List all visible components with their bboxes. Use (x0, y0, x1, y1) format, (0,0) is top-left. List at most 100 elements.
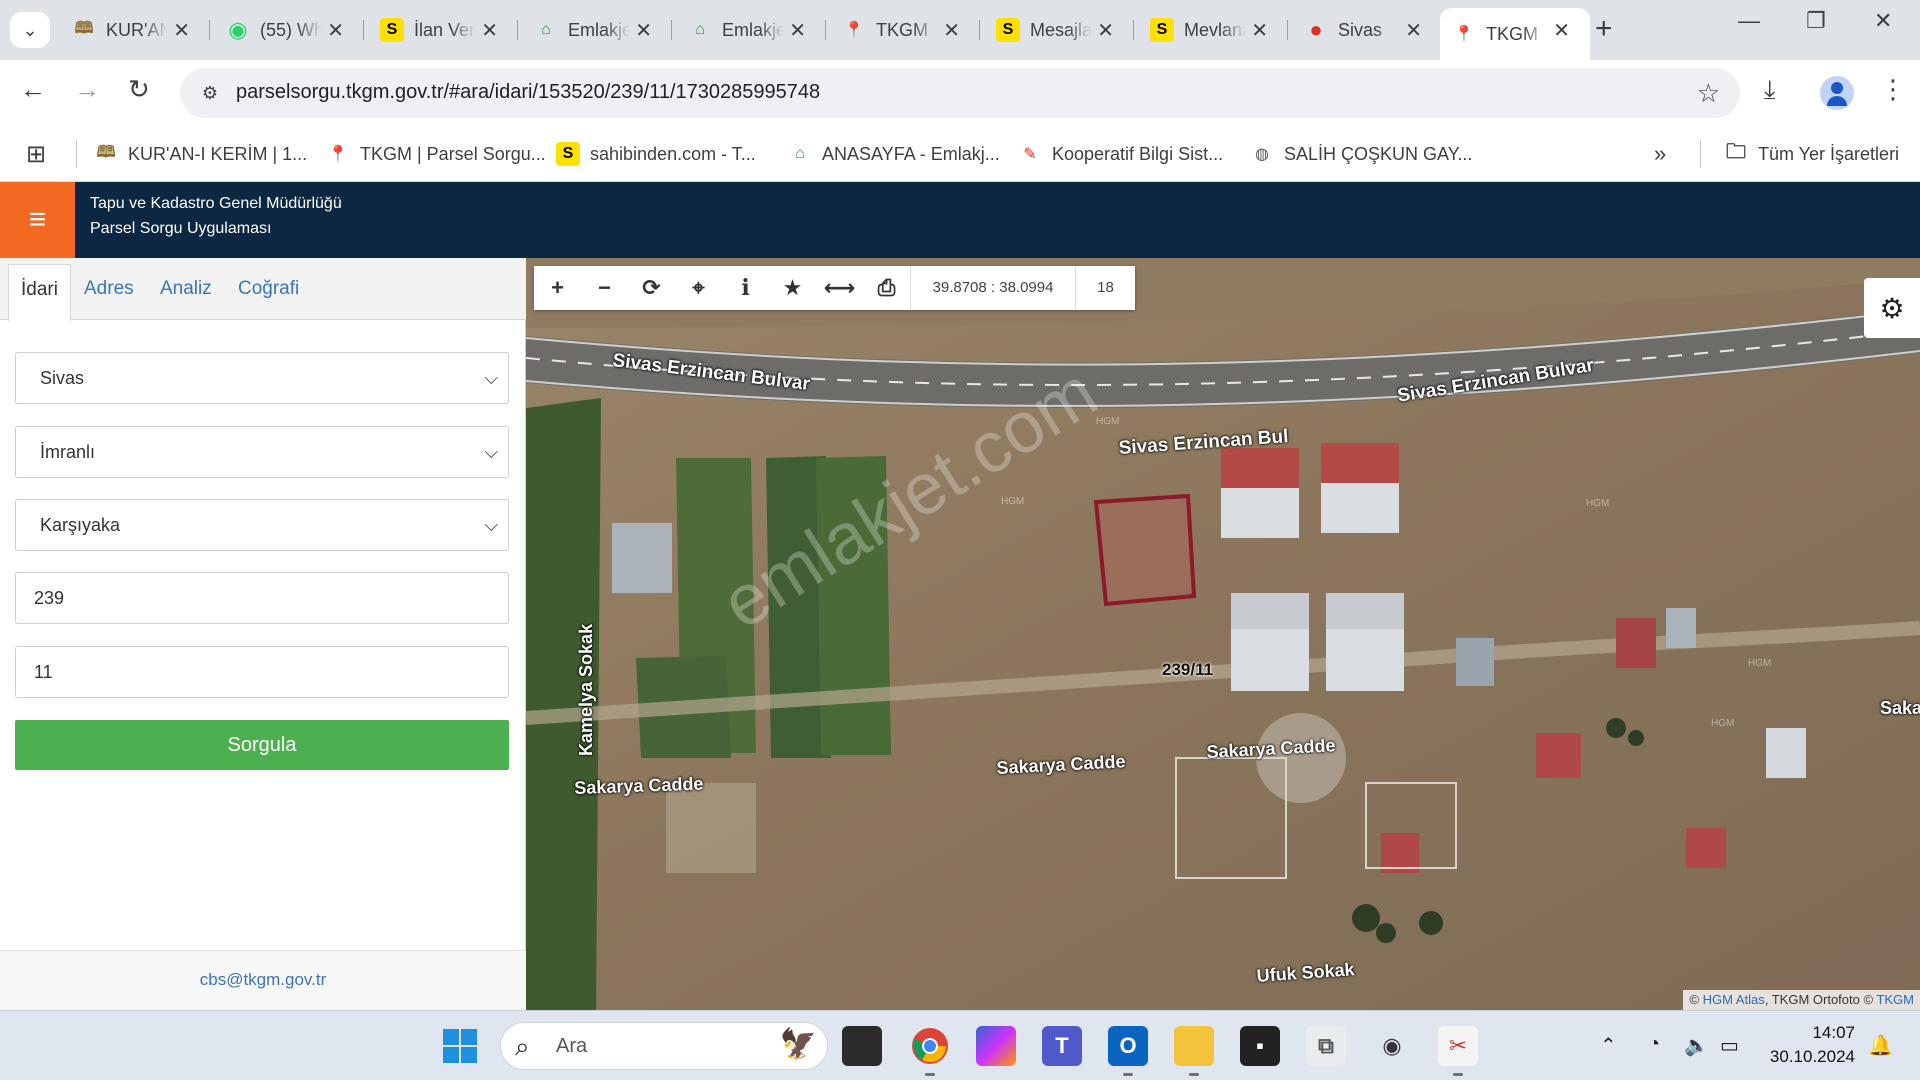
close-tab-icon[interactable]: ✕ (1097, 18, 1114, 43)
teams-icon[interactable]: T (1042, 1026, 1082, 1066)
browser-tab[interactable]: S Mevlana ✕ (1138, 10, 1288, 50)
browser-tab[interactable]: S İlan Ver ✕ (368, 10, 518, 50)
task-view-icon[interactable] (842, 1026, 882, 1066)
print-icon[interactable]: ⎙ (863, 266, 910, 310)
close-tab-icon[interactable]: ✕ (1553, 18, 1570, 43)
file-explorer-icon[interactable] (1174, 1026, 1214, 1076)
volume-icon[interactable]: 🔈 (1684, 1033, 1709, 1058)
province-select[interactable]: Sivas ⌵ (15, 352, 509, 404)
close-tab-icon[interactable]: ✕ (635, 18, 652, 43)
road-label: Sakarya Cadde (574, 773, 704, 798)
refresh-icon[interactable]: ⟳ (628, 266, 675, 310)
browser-tab[interactable]: 📍 TKGM ✕ (830, 10, 980, 50)
download-icon[interactable]: ⤓ (1764, 74, 1776, 106)
reload-icon[interactable]: ↻ (128, 74, 150, 105)
block-input[interactable]: 239 (15, 572, 509, 624)
running-indicator (1453, 1073, 1463, 1076)
sahibinden-icon: S (996, 18, 1020, 42)
more-menu-icon[interactable]: ⋮ (1880, 74, 1906, 105)
tab-analiz[interactable]: Analiz (148, 258, 224, 320)
parcel-input[interactable]: 11 (15, 646, 509, 698)
measure-distance-icon[interactable]: ⟷ (816, 266, 863, 310)
search-highlight-icon: 🦅 (779, 1028, 817, 1061)
profile-avatar-icon[interactable] (1820, 76, 1854, 110)
neighborhood-select[interactable]: Karşıyaka ⌵ (15, 499, 509, 551)
eye-app-icon[interactable]: ◉ (1372, 1026, 1412, 1066)
record-icon: ● (1309, 17, 1323, 42)
all-bookmarks-folder[interactable]: 🗀 Tüm Yer İşaretleri (1724, 140, 1899, 168)
browser-tab[interactable]: 🕮 KUR'AN-I KERİM ✕ (60, 10, 210, 50)
more-bookmarks-icon[interactable]: » (1654, 140, 1666, 168)
snipping-tool-icon[interactable]: ✂ (1438, 1026, 1478, 1076)
close-window-icon[interactable]: ✕ (1874, 8, 1892, 34)
favorite-star-icon[interactable]: ★ (769, 266, 816, 310)
tkgm-link[interactable]: TKGM (1876, 992, 1914, 1007)
back-icon[interactable]: ← (20, 74, 46, 105)
hgm-atlas-link[interactable]: HGM Atlas (1703, 992, 1765, 1007)
site-info-icon[interactable]: ⚙ (196, 79, 224, 107)
taskbar-time[interactable]: 14:07 (1765, 1023, 1855, 1043)
browser-tab-active[interactable]: 📍 TKGM ✕ (1440, 8, 1590, 60)
notification-bell-icon[interactable]: 🔔 (1868, 1033, 1893, 1058)
browser-tab[interactable]: ⌂ Emlakjet ✕ (676, 10, 826, 50)
menu-icon[interactable]: ≡ (0, 182, 75, 258)
bookmark-star-icon[interactable]: ☆ (1697, 78, 1720, 109)
browser-tab[interactable]: S Mesajlar ✕ (984, 10, 1134, 50)
district-select[interactable]: İmranlı ⌵ (15, 426, 509, 478)
close-tab-icon[interactable]: ✕ (1251, 18, 1268, 43)
minimize-icon[interactable]: — (1738, 8, 1760, 34)
address-bar[interactable]: ⚙ parselsorgu.tkgm.gov.tr/#ara/idari/153… (180, 68, 1740, 118)
running-indicator (1189, 1073, 1199, 1076)
taskbar-date[interactable]: 30.10.2024 (1765, 1047, 1855, 1067)
windows-start-icon[interactable] (440, 1026, 480, 1066)
outlook-icon[interactable]: O (1108, 1026, 1148, 1076)
tab-idari[interactable]: İdari (8, 264, 71, 321)
copilot-icon[interactable] (976, 1026, 1016, 1066)
taskbar-search[interactable]: ⌕ Ara 🦅 (500, 1022, 828, 1070)
close-tab-icon[interactable]: ✕ (943, 18, 960, 43)
browser-tab[interactable]: ● Sivas ✕ (1292, 10, 1442, 50)
wifi-icon[interactable]: ◔ (1648, 1033, 1660, 1056)
browser-tab[interactable]: ⌂ Emlakjet ✕ (522, 10, 672, 50)
new-tab-icon[interactable]: + (1595, 12, 1613, 46)
bookmark-item[interactable]: 🕮 KUR'AN-I KERİM | 1... (94, 140, 308, 168)
apps-grid-icon[interactable]: ⊞ (26, 140, 46, 168)
tray-overflow-chevron-icon[interactable]: ⌃ (1600, 1033, 1617, 1058)
restore-icon[interactable]: ❐ (1806, 8, 1826, 34)
chrome-icon[interactable] (910, 1026, 950, 1076)
close-tab-icon[interactable]: ✕ (327, 18, 344, 43)
tab-cografi[interactable]: Coğrafi (226, 258, 311, 320)
network-app-icon[interactable]: ⧉ (1306, 1026, 1346, 1066)
zoom-in-icon[interactable]: + (534, 266, 581, 310)
bookmark-item[interactable]: S sahibinden.com - T... (556, 140, 756, 168)
battery-icon[interactable]: ▭ (1720, 1033, 1739, 1058)
zoom-out-icon[interactable]: − (581, 266, 628, 310)
info-icon[interactable]: i (722, 266, 769, 310)
email-text[interactable]: cbs@tkgm.gov.tr (200, 970, 327, 989)
bookmark-item[interactable]: ✎ Kooperatif Bilgi Sist... (1018, 140, 1223, 168)
close-tab-icon[interactable]: ✕ (1405, 18, 1422, 43)
contact-email-link[interactable]: cbs@tkgm.gov.tr (0, 950, 526, 1010)
close-tab-icon[interactable]: ✕ (481, 18, 498, 43)
locate-crosshair-icon[interactable]: ⌖ (675, 266, 722, 310)
bookmark-item[interactable]: ◍ SALİH ÇOŞKUN GAY... (1250, 140, 1472, 168)
tab-adres[interactable]: Adres (72, 258, 146, 320)
district-value: İmranlı (40, 442, 96, 462)
tab-search-button[interactable]: ⌄ (10, 12, 50, 48)
browser-tab[interactable]: ◉ (55) WhatsApp ✕ (214, 10, 364, 50)
forward-icon[interactable]: → (74, 74, 100, 105)
settings-gear-icon[interactable]: ⚙ (1864, 278, 1920, 338)
media-app-icon[interactable]: ▪ (1240, 1026, 1280, 1066)
tab-title: Emlakjet (568, 19, 630, 40)
bookmark-item[interactable]: ⌂ ANASAYFA - Emlakj... (788, 140, 1000, 168)
tab-title: Mesajlar (1030, 19, 1092, 40)
url-text[interactable]: parselsorgu.tkgm.gov.tr/#ara/idari/15352… (236, 81, 820, 104)
close-tab-icon[interactable]: ✕ (173, 18, 190, 43)
bookmark-label: sahibinden.com - T... (590, 143, 756, 164)
bookmark-item[interactable]: 📍 TKGM | Parsel Sorgu... (326, 140, 546, 168)
parcel-polygon[interactable] (1093, 493, 1197, 607)
sahibinden-icon: S (1150, 18, 1174, 42)
close-tab-icon[interactable]: ✕ (789, 18, 806, 43)
map-view[interactable]: Sivas Erzincan Bulvar Sivas Erzincan Bul… (526, 258, 1920, 1010)
query-button[interactable]: Sorgula (15, 720, 509, 770)
